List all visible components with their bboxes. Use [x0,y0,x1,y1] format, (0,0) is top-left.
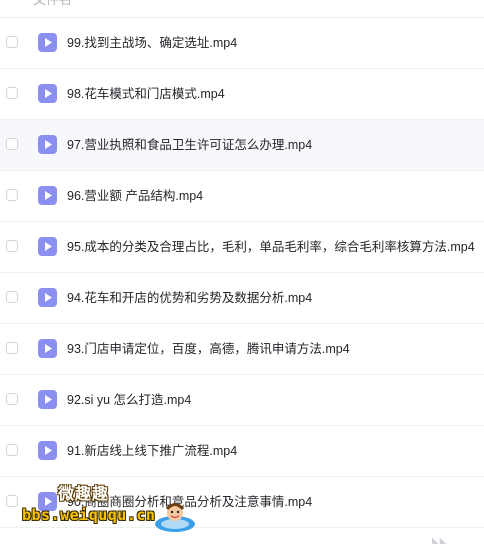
row-checkbox[interactable] [6,393,18,405]
file-list-page: 文件名 99.找到主战场、确定选址.mp4 98.花车模式和门店模式.mp4 97.… [0,0,484,544]
row-checkbox[interactable] [6,87,18,99]
file-name[interactable]: 96.营业额 产品结构.mp4 [67,188,203,204]
row-checkbox[interactable] [6,36,18,48]
row-checkbox[interactable] [6,189,18,201]
file-name[interactable]: 97.营业执照和食品卫生许可证怎么办理.mp4 [67,137,312,153]
file-name[interactable]: 91.新店线上线下推广流程.mp4 [67,443,237,459]
filename-column-header[interactable]: 文件名 [33,0,72,8]
file-name[interactable]: 95.成本的分类及合理占比，毛利，单品毛利率，综合毛利率核算方法.mp4 [67,239,475,255]
file-name[interactable]: 93.门店申请定位，百度，高德，腾讯申请方法.mp4 [67,341,350,357]
file-row[interactable]: 99.找到主战场、确定选址.mp4 [0,18,484,69]
file-row[interactable]: 97.营业执照和食品卫生许可证怎么办理.mp4 [0,120,484,171]
row-checkbox[interactable] [6,240,18,252]
edge-mark: ◣◣ [432,536,448,544]
list-header: 文件名 [0,0,484,18]
file-row[interactable]: 94.花车和开店的优势和劣势及数据分析.mp4 [0,273,484,324]
video-file-icon [38,186,57,205]
file-row[interactable]: 98.花车模式和门店模式.mp4 [0,69,484,120]
video-file-icon [38,339,57,358]
row-checkbox[interactable] [6,444,18,456]
video-file-icon [38,441,57,460]
video-file-icon [38,237,57,256]
video-file-icon [38,390,57,409]
file-row[interactable]: 93.门店申请定位，百度，高德，腾讯申请方法.mp4 [0,324,484,375]
file-name[interactable]: 90.商圈商圈分析和竞品分析及注意事情.mp4 [67,494,312,510]
row-checkbox[interactable] [6,138,18,150]
file-row[interactable]: 90.商圈商圈分析和竞品分析及注意事情.mp4 [0,477,484,528]
video-file-icon [38,84,57,103]
file-name[interactable]: 92.si yu 怎么打造.mp4 [67,392,191,408]
file-name[interactable]: 98.花车模式和门店模式.mp4 [67,86,225,102]
video-file-icon [38,492,57,511]
file-row[interactable]: 96.营业额 产品结构.mp4 [0,171,484,222]
video-file-icon [38,135,57,154]
row-checkbox[interactable] [6,342,18,354]
video-file-icon [38,288,57,307]
file-list: 99.找到主战场、确定选址.mp4 98.花车模式和门店模式.mp4 97.营业执照… [0,18,484,528]
row-checkbox[interactable] [6,495,18,507]
file-row[interactable]: 92.si yu 怎么打造.mp4 [0,375,484,426]
row-checkbox[interactable] [6,291,18,303]
file-name[interactable]: 99.找到主战场、确定选址.mp4 [67,35,237,51]
video-file-icon [38,33,57,52]
file-row[interactable]: 95.成本的分类及合理占比，毛利，单品毛利率，综合毛利率核算方法.mp4 [0,222,484,273]
file-row[interactable]: 91.新店线上线下推广流程.mp4 [0,426,484,477]
file-name[interactable]: 94.花车和开店的优势和劣势及数据分析.mp4 [67,290,312,306]
